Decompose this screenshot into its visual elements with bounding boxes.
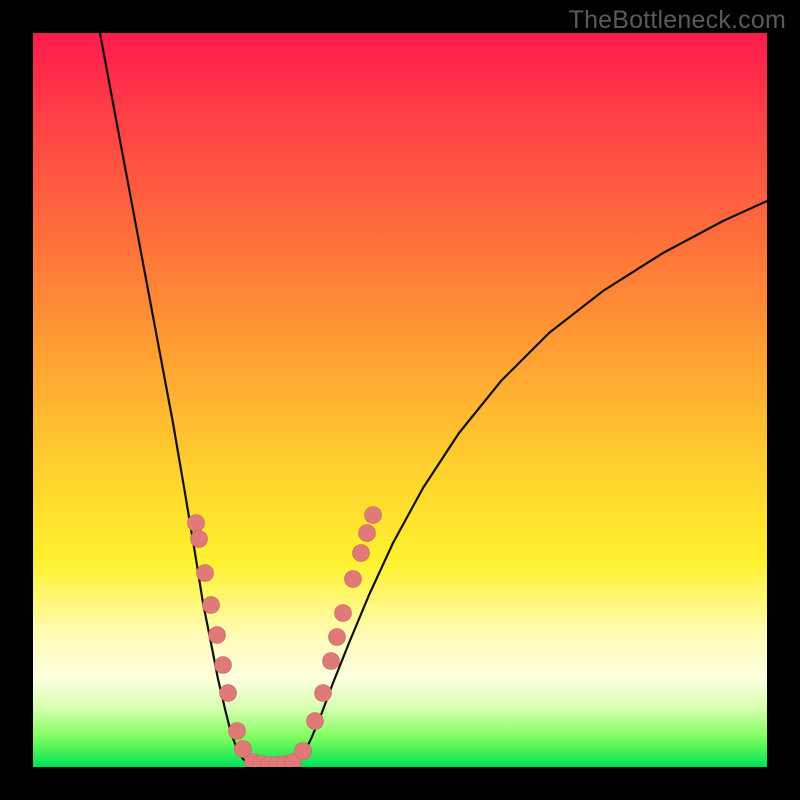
plot-area [33,33,767,767]
data-dot [197,565,214,582]
data-dot [359,525,376,542]
watermark-text: TheBottleneck.com [569,6,786,35]
data-dot [188,515,205,532]
data-dot [307,713,324,730]
data-dot [365,507,382,524]
data-dot [203,597,220,614]
data-dot [215,657,232,674]
data-dot [323,653,340,670]
data-dot [295,743,312,760]
data-dot [229,723,246,740]
data-dot [191,531,208,548]
data-dot [220,685,237,702]
data-dot [329,629,346,646]
chart-svg [33,33,767,767]
data-dot [335,605,352,622]
chart-frame: TheBottleneck.com [0,0,800,800]
bottleneck-curve [100,33,767,767]
data-dot [345,571,362,588]
data-dot [315,685,332,702]
data-dot [353,545,370,562]
data-dot [209,627,226,644]
